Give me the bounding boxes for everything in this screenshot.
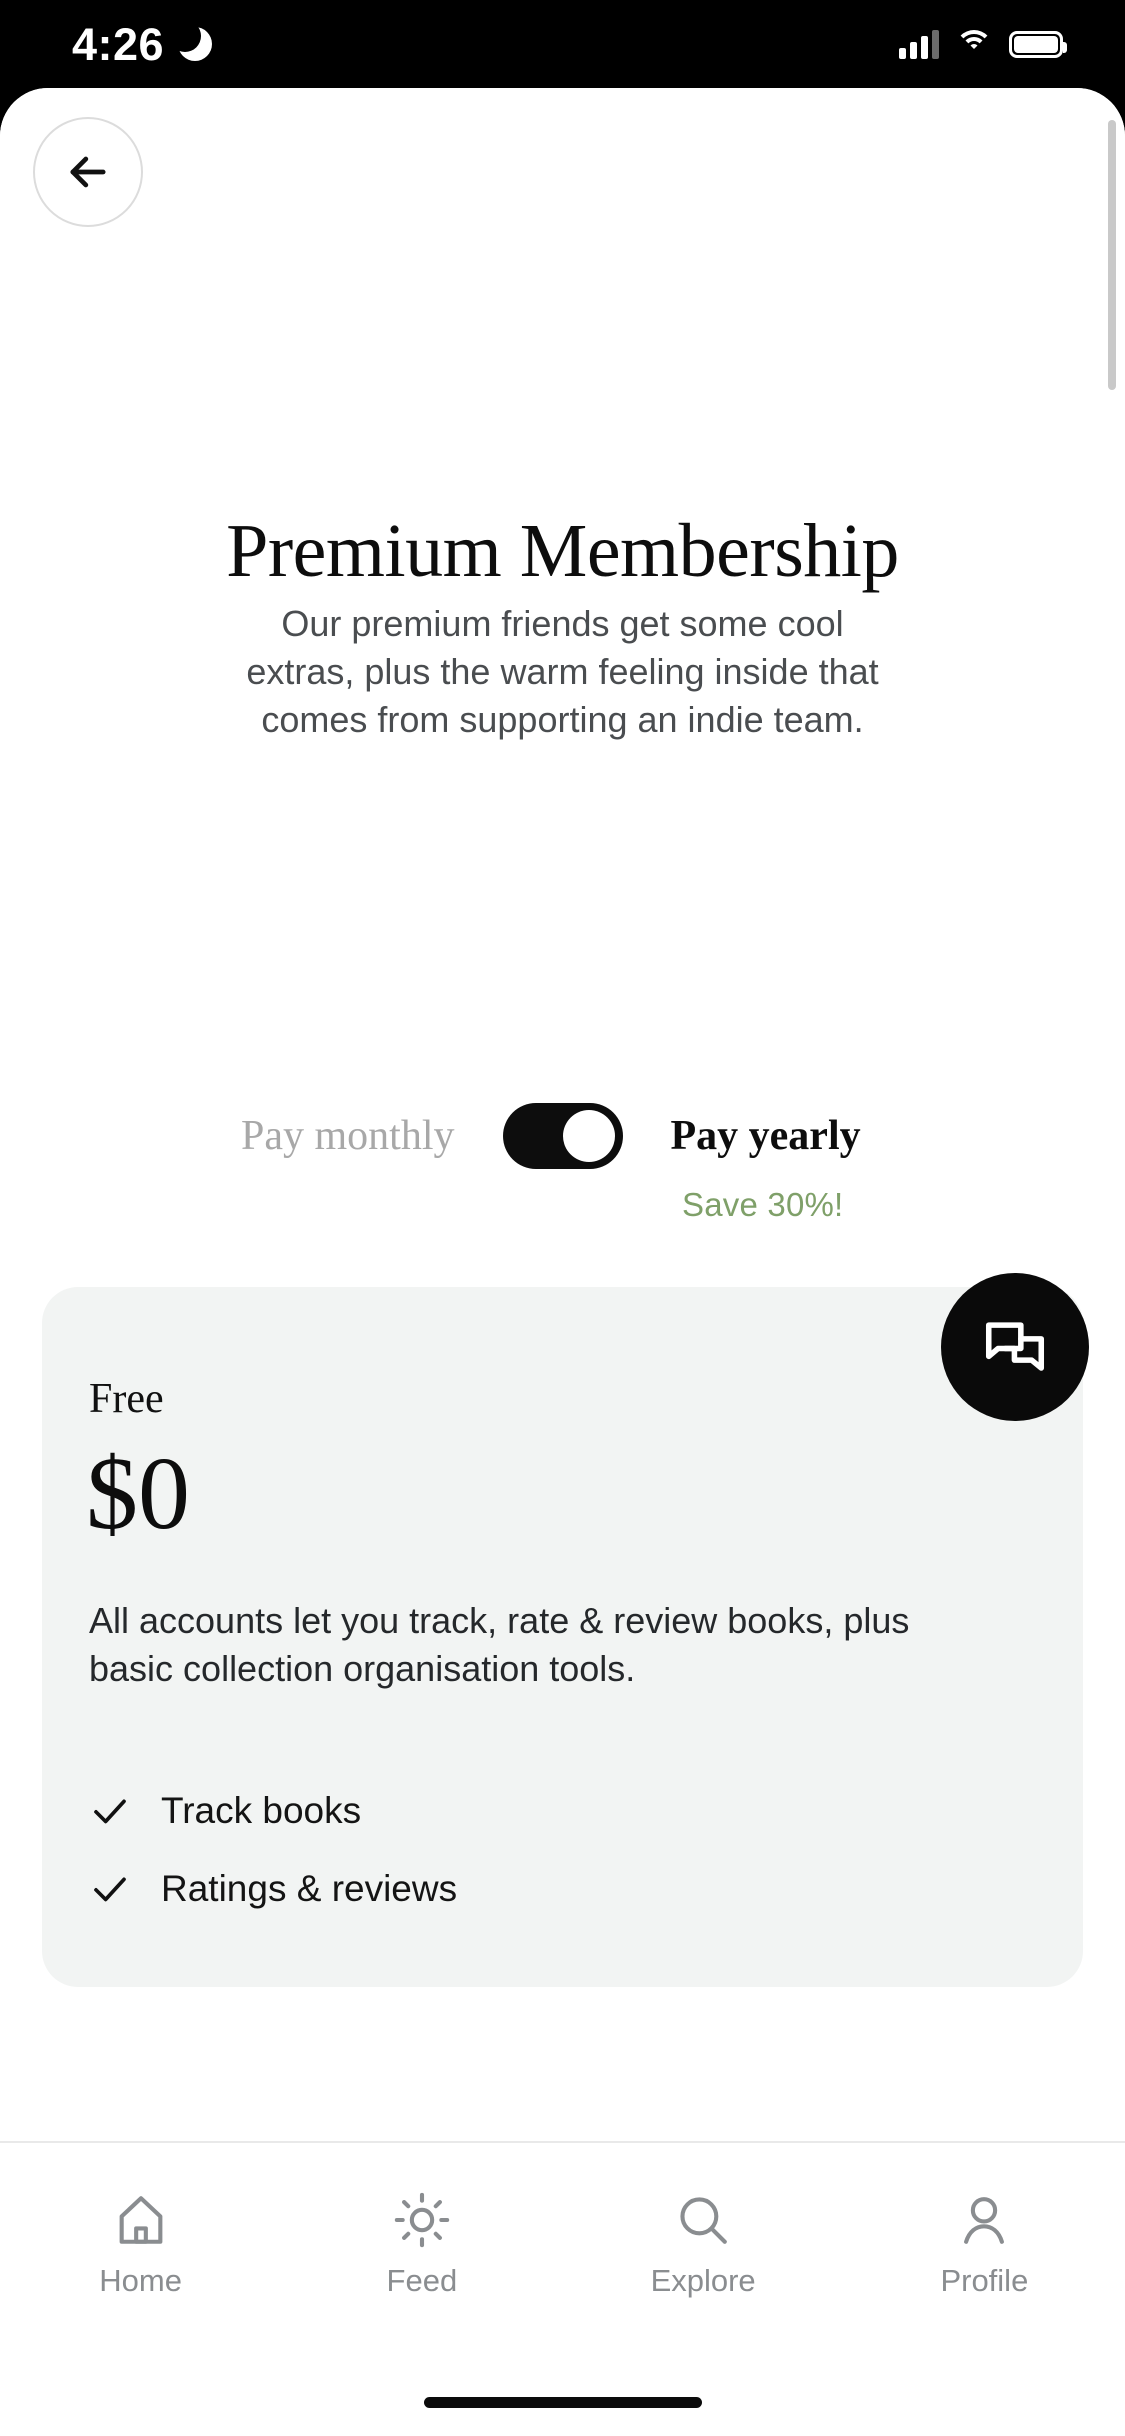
bottom-navigation: Home Feed Explore Profile [0,2141,1125,2436]
cellular-signal-icon [899,29,939,59]
save-badge: Save 30%! [682,1186,844,1223]
page-title: Premium Membership [226,509,899,593]
plan-price: $0 [86,1436,190,1551]
feature-label: Ratings & reviews [161,1868,458,1909]
search-icon [680,2197,727,2244]
battery-full-icon [1009,30,1067,58]
home-indicator [423,2397,702,2408]
plan-card-free[interactable]: Free $0 All accounts let you track, rate… [42,1287,1083,1987]
billing-option-monthly[interactable]: Pay monthly [155,1115,455,1157]
status-bar-time: 4:26 [72,18,165,70]
nav-label-feed: Feed [386,2263,458,2298]
nav-item-profile[interactable]: Profile [844,2143,1125,2299]
nav-label-profile: Profile [940,2263,1029,2298]
check-icon [94,1877,126,1902]
chat-bubbles-icon [985,1322,1045,1371]
list-item: Ratings & reviews [89,1850,989,1928]
plan-feature-list: Track books Ratings & reviews [89,1772,989,1928]
back-button[interactable] [33,117,143,227]
check-icon [94,1799,126,1824]
chat-fab-button[interactable] [941,1273,1089,1421]
phone-screen: 4:26 Premium Membership Our premium frie… [0,0,1125,2436]
plan-name: Free [89,1376,164,1422]
switch-knob [562,1110,615,1162]
billing-period-switch[interactable] [502,1103,623,1169]
app-sheet: Premium Membership Our premium friends g… [0,88,1125,2436]
page-subtitle: Our premium friends get some cool extras… [246,603,879,740]
person-icon [964,2197,1005,2244]
nav-item-explore[interactable]: Explore [563,2143,844,2299]
wifi-icon [955,30,993,58]
arrow-left-icon [70,156,106,188]
nav-item-feed[interactable]: Feed [281,2143,562,2299]
nav-item-home[interactable]: Home [0,2143,281,2299]
nav-label-home: Home [99,2263,182,2298]
billing-toggle-row: Pay monthly Pay yearly [0,1103,1125,1169]
billing-option-yearly[interactable]: Pay yearly [671,1115,971,1157]
home-icon [119,2196,163,2244]
crescent-moon-icon [169,20,213,61]
status-bar-left: 4:26 [72,18,213,70]
feature-label: Track books [161,1790,362,1831]
status-bar: 4:26 [0,0,1125,88]
plan-description: All accounts let you track, rate & revie… [89,1600,910,1689]
vertical-scrollbar[interactable] [1108,120,1116,390]
status-bar-right [899,29,1067,59]
nav-label-explore: Explore [650,2263,756,2298]
scrollable-content[interactable]: Premium Membership Our premium friends g… [0,88,1125,2141]
list-item: Track books [89,1772,989,1850]
sun-icon [394,2192,450,2248]
